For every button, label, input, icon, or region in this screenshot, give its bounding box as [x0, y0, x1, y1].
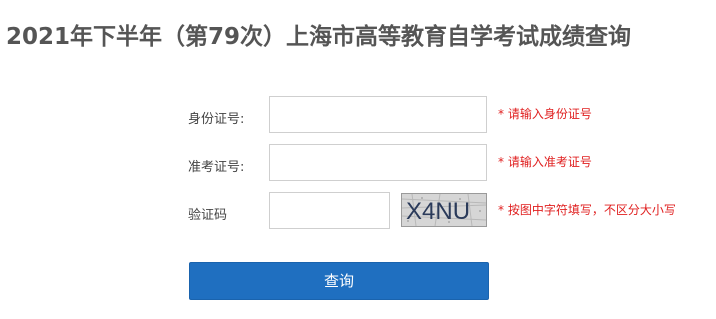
- exam-number-input[interactable]: [269, 144, 487, 181]
- captcha-hint: * 按图中字符填写，不区分大小写: [498, 203, 676, 217]
- id-card-hint: * 请输入身份证号: [498, 107, 592, 121]
- exam-number-hint: * 请输入准考证号: [498, 155, 592, 169]
- id-card-label: 身份证号:: [188, 112, 245, 127]
- exam-number-label: 准考证号:: [188, 160, 245, 175]
- page-title: 2021年下半年（第79次）上海市高等教育自学考试成绩查询: [6, 24, 632, 50]
- captcha-noise: X4NU: [402, 194, 486, 226]
- captcha-image[interactable]: X4NU: [401, 193, 487, 227]
- captcha-text: X4NU: [406, 198, 470, 225]
- captcha-input[interactable]: [269, 192, 390, 229]
- id-card-input[interactable]: [269, 96, 487, 133]
- captcha-label: 验证码: [188, 208, 228, 223]
- query-button[interactable]: 查询: [189, 262, 489, 300]
